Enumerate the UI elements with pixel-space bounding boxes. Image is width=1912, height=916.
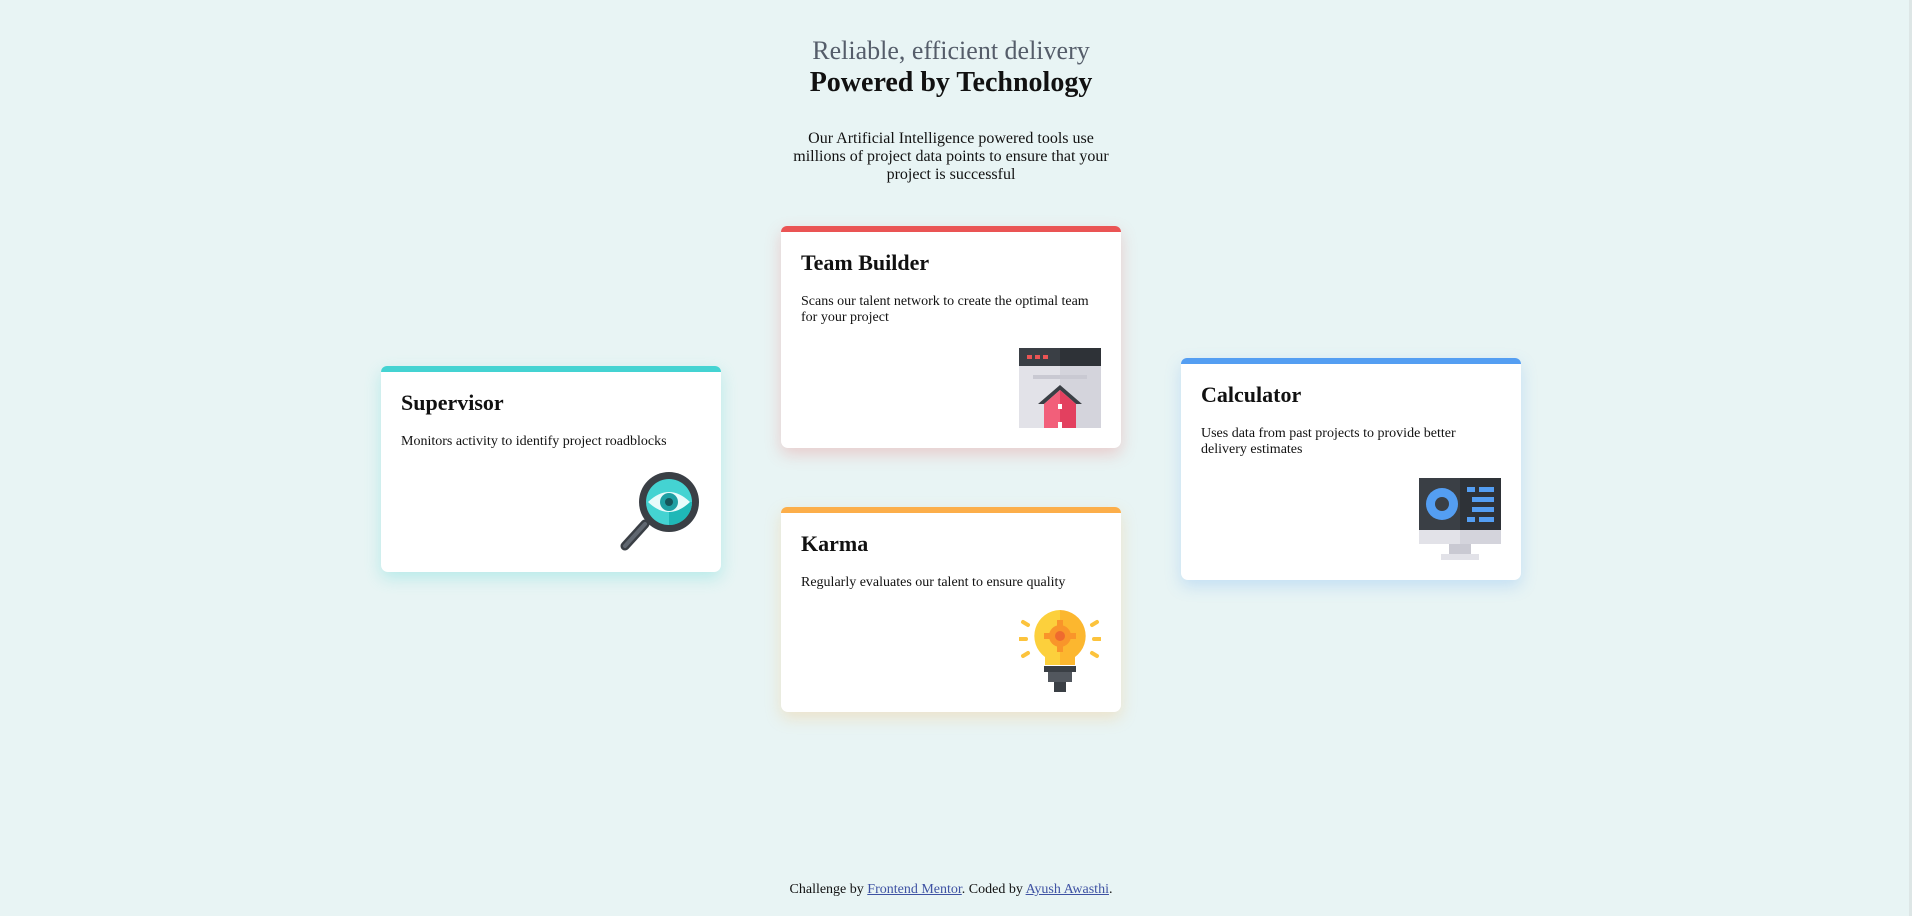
team-builder-icon <box>1019 346 1101 428</box>
page-header: Reliable, efficient delivery Powered by … <box>0 36 1902 184</box>
card-text: Monitors activity to identify project ro… <box>401 434 667 449</box>
page-subtitle: Reliable, efficient delivery <box>812 36 1090 65</box>
card-calculator: Calculator Uses data from past projects … <box>1181 358 1521 580</box>
attribution-footer: Challenge by Frontend Mentor. Coded by A… <box>0 882 1902 898</box>
card-title: Supervisor <box>401 390 504 415</box>
page-title: Powered by Technology <box>809 67 1093 98</box>
page-intro: Our Artificial Intelligence powered tool… <box>793 130 1109 183</box>
card-karma: Karma Regularly evaluates our talent to … <box>781 507 1121 712</box>
author-link[interactable]: Ayush Awasthi <box>1026 882 1109 897</box>
footer-period: . <box>1108 882 1113 897</box>
footer-challenge-text: Challenge by <box>789 882 864 897</box>
card-supervisor: Supervisor Monitors activity to identify… <box>381 366 721 572</box>
card-text: Scans our talent network to create the o… <box>801 294 1089 325</box>
lightbulb-icon <box>1018 610 1102 692</box>
card-title: Team Builder <box>801 250 930 275</box>
monitor-calculator-icon <box>1419 478 1501 560</box>
footer-coded-by-text: . Coded by <box>961 882 1023 897</box>
magnifier-eye-icon <box>619 470 701 552</box>
card-team-builder: Team Builder Scans our talent network to… <box>781 226 1121 448</box>
card-title: Calculator <box>1201 382 1302 407</box>
card-title: Karma <box>801 531 869 556</box>
card-text: Uses data from past projects to provide … <box>1201 426 1456 457</box>
card-text: Regularly evaluates our talent to ensure… <box>801 575 1066 590</box>
frontend-mentor-link[interactable]: Frontend Mentor <box>867 882 962 897</box>
